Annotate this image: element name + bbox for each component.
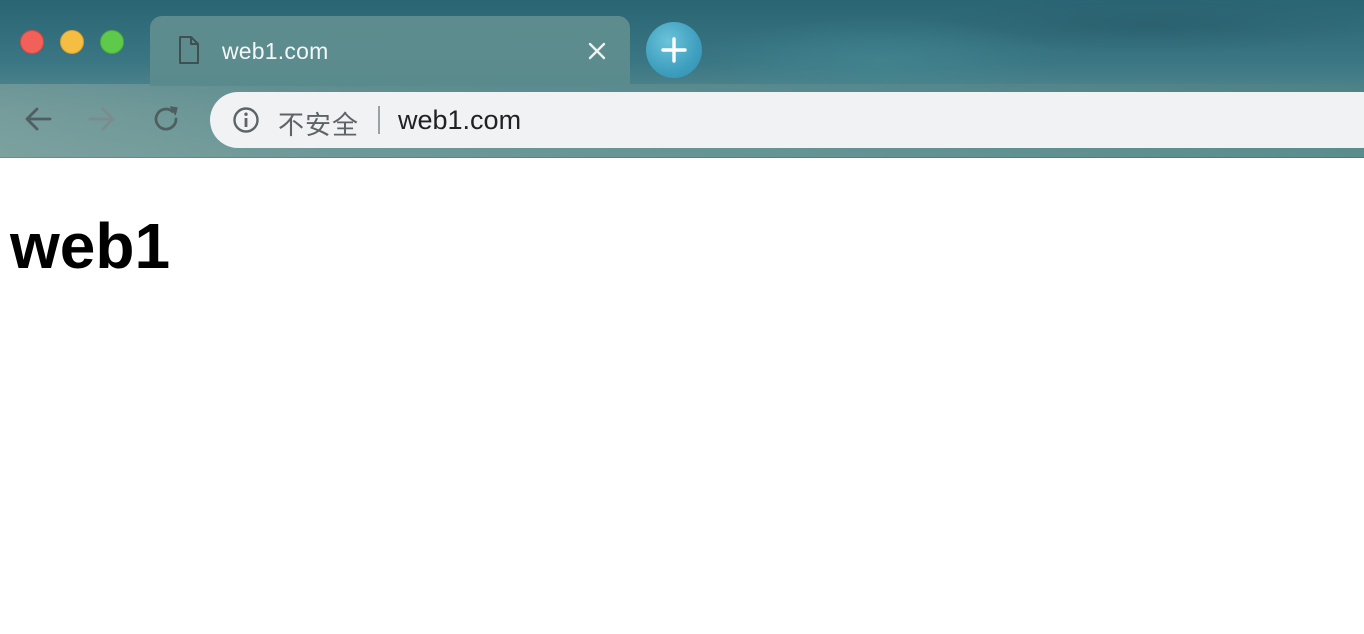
browser-window: web1.com 不安全 web1.com web1 xyxy=(0,0,1364,634)
omnibox-divider xyxy=(378,106,380,134)
url-text[interactable]: web1.com xyxy=(398,105,521,136)
new-tab-button[interactable] xyxy=(646,22,702,78)
page-heading: web1 xyxy=(10,210,171,282)
browser-chrome: web1.com 不安全 web1.com xyxy=(0,0,1364,158)
arrow-left-icon[interactable] xyxy=(22,103,54,135)
minimize-window-button[interactable] xyxy=(60,30,84,54)
info-icon[interactable] xyxy=(232,106,260,134)
maximize-window-button[interactable] xyxy=(100,30,124,54)
close-window-button[interactable] xyxy=(20,30,44,54)
address-bar[interactable]: 不安全 web1.com xyxy=(210,92,1364,148)
reload-icon[interactable] xyxy=(150,103,182,135)
document-icon xyxy=(179,36,199,64)
security-status-label[interactable]: 不安全 xyxy=(278,105,359,142)
plus-icon xyxy=(661,37,687,63)
arrow-right-icon[interactable] xyxy=(86,103,118,135)
tab-web1[interactable]: web1.com xyxy=(150,16,630,86)
page-content: web1 xyxy=(0,158,1364,634)
close-icon[interactable] xyxy=(584,38,610,64)
tab-title: web1.com xyxy=(222,38,329,64)
